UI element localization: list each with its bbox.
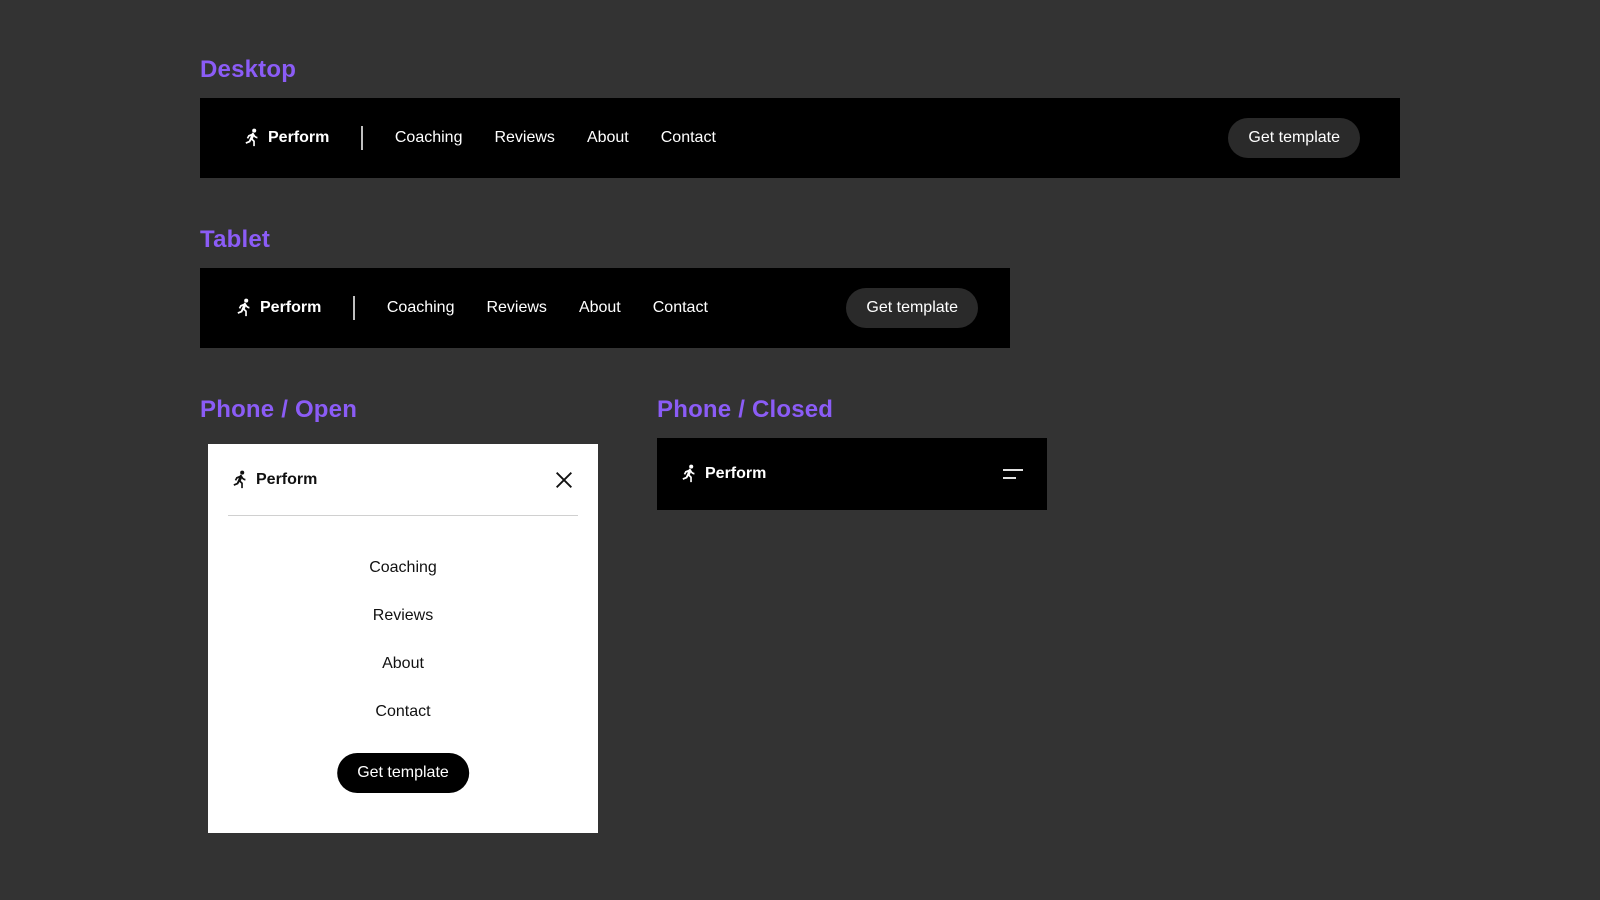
get-template-button[interactable]: Get template bbox=[337, 753, 469, 793]
brand-name: Perform bbox=[256, 470, 318, 488]
running-person-icon bbox=[237, 298, 250, 317]
brand-logo[interactable]: Perform bbox=[240, 127, 329, 149]
close-icon bbox=[556, 471, 572, 488]
section-label-desktop: Desktop bbox=[200, 56, 297, 83]
phone-menu-header: Perform bbox=[228, 444, 578, 516]
running-person-icon bbox=[245, 128, 258, 147]
nav-link-about[interactable]: About bbox=[382, 640, 424, 688]
nav-link-reviews[interactable]: Reviews bbox=[486, 299, 546, 317]
brand-logo[interactable]: Perform bbox=[232, 297, 321, 319]
running-person-icon bbox=[233, 470, 246, 488]
nav-link-contact[interactable]: Contact bbox=[661, 129, 716, 147]
brand-name: Perform bbox=[705, 465, 767, 482]
phone-menu-open-panel: Perform Coaching Reviews About Contact G… bbox=[208, 444, 598, 833]
close-menu-button[interactable] bbox=[550, 466, 578, 494]
nav-link-about[interactable]: About bbox=[579, 299, 621, 317]
nav-link-contact[interactable]: Contact bbox=[375, 688, 430, 736]
brand-divider bbox=[353, 296, 355, 320]
brand-name: Perform bbox=[268, 129, 330, 146]
nav-link-contact[interactable]: Contact bbox=[653, 299, 708, 317]
open-menu-button[interactable] bbox=[999, 460, 1027, 488]
section-label-phone-closed: Phone / Closed bbox=[657, 396, 834, 423]
nav-links: Coaching Reviews About Contact bbox=[387, 299, 740, 317]
nav-link-reviews[interactable]: Reviews bbox=[494, 129, 554, 147]
brand-divider bbox=[361, 126, 363, 150]
nav-link-about[interactable]: About bbox=[587, 129, 629, 147]
get-template-button[interactable]: Get template bbox=[1228, 118, 1360, 158]
nav-link-reviews[interactable]: Reviews bbox=[373, 592, 433, 640]
nav-link-coaching[interactable]: Coaching bbox=[369, 544, 437, 592]
nav-link-coaching[interactable]: Coaching bbox=[387, 299, 455, 317]
brand-logo[interactable]: Perform bbox=[228, 469, 317, 491]
desktop-navbar: Perform Coaching Reviews About Contact G… bbox=[200, 98, 1400, 178]
brand-name: Perform bbox=[260, 299, 322, 316]
hamburger-menu-icon bbox=[1003, 469, 1023, 479]
section-label-phone-open: Phone / Open bbox=[200, 396, 358, 423]
phone-navbar-closed: Perform bbox=[657, 438, 1047, 510]
get-template-button[interactable]: Get template bbox=[846, 288, 978, 328]
tablet-navbar: Perform Coaching Reviews About Contact G… bbox=[200, 268, 1010, 348]
section-label-tablet: Tablet bbox=[200, 226, 271, 253]
brand-logo[interactable]: Perform bbox=[677, 463, 766, 485]
phone-nav-links: Coaching Reviews About Contact bbox=[208, 544, 598, 736]
nav-link-coaching[interactable]: Coaching bbox=[395, 129, 463, 147]
running-person-icon bbox=[682, 464, 695, 483]
nav-links: Coaching Reviews About Contact bbox=[395, 129, 748, 147]
